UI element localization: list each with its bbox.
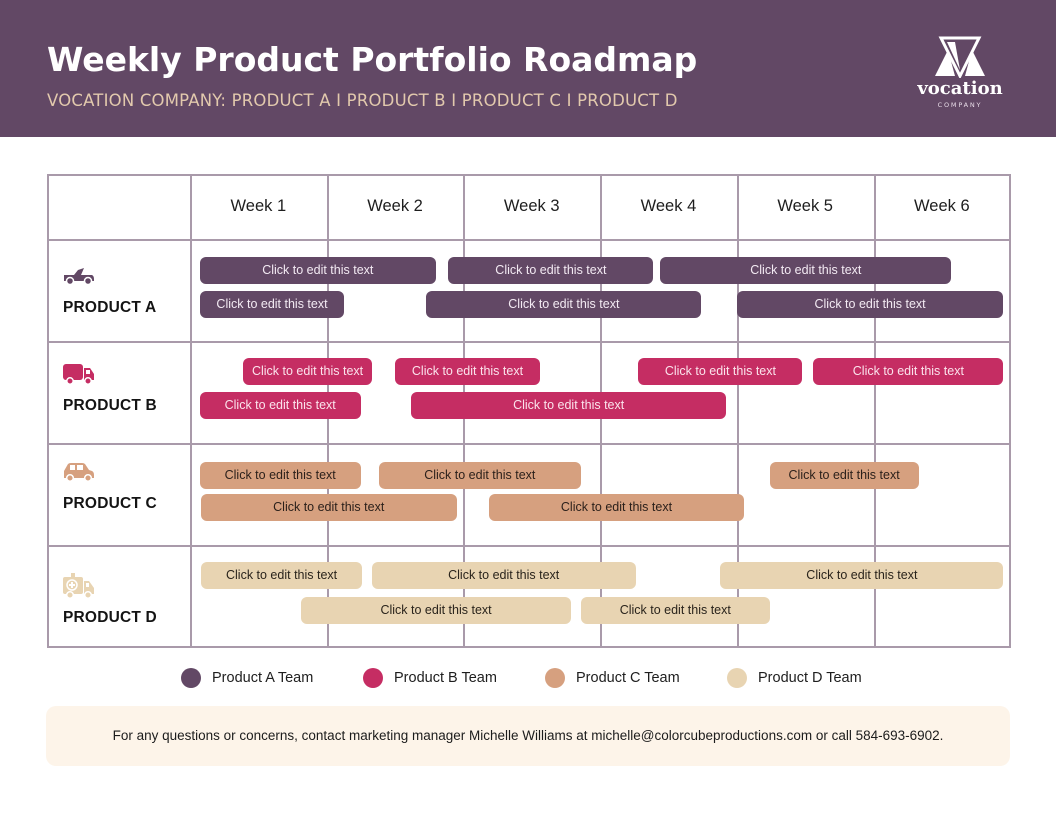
car-icon: [62, 461, 96, 488]
legend-label: Product A Team: [212, 670, 314, 686]
roadmap-task-bar[interactable]: Click to edit this text: [660, 257, 952, 284]
roadmap-task-bar[interactable]: Click to edit this text: [638, 358, 803, 385]
legend-swatch: [545, 668, 565, 688]
week-header-3: Week 3: [503, 197, 560, 215]
roadmap-task-bar[interactable]: Click to edit this text: [395, 358, 540, 385]
contact-text: For any questions or concerns, contact m…: [112, 728, 944, 743]
ambulance-icon: [62, 572, 96, 605]
week-header-4: Week 4: [640, 197, 697, 215]
grid-row-divider: [49, 443, 1009, 445]
week-header-6: Week 6: [914, 197, 970, 215]
legend-swatch: [727, 668, 747, 688]
roadmap-task-bar[interactable]: Click to edit this text: [243, 358, 372, 385]
roadmap-task-bar[interactable]: Click to edit this text: [736, 291, 1004, 318]
roadmap-task-bar[interactable]: Click to edit this text: [448, 257, 654, 284]
roadmap-task-bar[interactable]: Click to edit this text: [580, 597, 770, 624]
header-banner: Weekly Product Portfolio Roadmap VOCATIO…: [0, 0, 1056, 137]
legend-swatch: [363, 668, 383, 688]
grid-row-divider: [49, 341, 1009, 343]
product-label-d: PRODUCT D: [63, 609, 157, 626]
convertible-car-icon: [62, 266, 96, 291]
logo-wordmark: vocation: [917, 78, 1003, 99]
roadmap-task-bar[interactable]: Click to edit this text: [378, 462, 581, 489]
contact-footer: For any questions or concerns, contact m…: [46, 706, 1010, 766]
grid-row-divider: [49, 545, 1009, 547]
company-logo: vocation COMPANY: [910, 36, 1010, 116]
roadmap-task-bar[interactable]: Click to edit this text: [199, 257, 437, 284]
legend-label: Product B Team: [394, 670, 497, 686]
legend-item-product-a: Product A Team: [181, 667, 313, 689]
legend-label: Product D Team: [758, 670, 862, 686]
legend-swatch: [181, 668, 201, 688]
logo-tagline: COMPANY: [937, 101, 983, 109]
delivery-truck-icon: [62, 362, 96, 391]
roadmap-task-bar[interactable]: Click to edit this text: [489, 494, 744, 521]
roadmap-task-bar[interactable]: Click to edit this text: [769, 462, 919, 489]
product-label-a: PRODUCT A: [63, 299, 157, 316]
grid-row-divider: [49, 239, 1009, 241]
roadmap-task-bar[interactable]: Click to edit this text: [200, 562, 363, 589]
vocation-v-logo-icon: [935, 36, 985, 78]
roadmap-task-bar[interactable]: Click to edit this text: [199, 462, 361, 489]
product-label-b: PRODUCT B: [63, 397, 157, 414]
roadmap-task-bar[interactable]: Click to edit this text: [199, 392, 361, 419]
product-label-c: PRODUCT C: [63, 495, 157, 512]
roadmap-task-bar[interactable]: Click to edit this text: [426, 291, 702, 318]
grid-column-divider: [190, 176, 192, 646]
week-header-5: Week 5: [777, 197, 833, 215]
roadmap-task-bar[interactable]: Click to edit this text: [411, 392, 726, 419]
roadmap-task-bar[interactable]: Click to edit this text: [371, 562, 636, 589]
roadmap-task-bar[interactable]: Click to edit this text: [813, 358, 1004, 385]
roadmap-task-bar[interactable]: Click to edit this text: [199, 291, 345, 318]
legend-item-product-b: Product B Team: [363, 667, 497, 689]
legend-item-product-c: Product C Team: [545, 667, 680, 689]
page-title: Weekly Product Portfolio Roadmap: [47, 40, 698, 79]
legend-item-product-d: Product D Team: [727, 667, 862, 689]
page-subtitle: VOCATION COMPANY: PRODUCT A I PRODUCT B …: [47, 91, 678, 110]
roadmap-task-bar[interactable]: Click to edit this text: [720, 562, 1004, 589]
week-header-2: Week 2: [367, 197, 423, 215]
roadmap-task-bar[interactable]: Click to edit this text: [300, 597, 572, 624]
legend-label: Product C Team: [576, 670, 680, 686]
week-header-1: Week 1: [230, 197, 287, 215]
roadmap-task-bar[interactable]: Click to edit this text: [200, 494, 457, 521]
